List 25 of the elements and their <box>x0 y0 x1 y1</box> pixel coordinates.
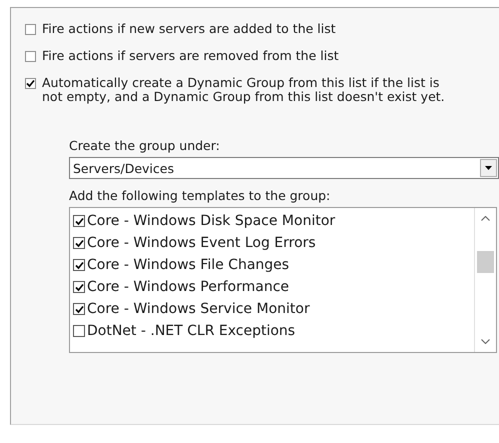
option-label: Fire actions if new servers are added to the list <box>42 22 337 36</box>
template-label: Core - Windows Performance <box>87 279 290 295</box>
template-label: Core - Windows Service Monitor <box>87 301 310 317</box>
checkbox[interactable] <box>25 51 36 62</box>
scroll-up-icon[interactable] <box>481 216 490 221</box>
checkbox[interactable] <box>73 215 85 227</box>
scroll-down-icon[interactable] <box>481 339 490 344</box>
checkbox[interactable] <box>73 303 85 315</box>
checkbox[interactable] <box>73 281 85 293</box>
template-label: Core - Windows Event Log Errors <box>87 235 316 251</box>
option-label: Automatically create a Dynamic Group from this list if the list is not empty, and a Dynamic Group from this list doesn't exist yet. <box>42 76 446 104</box>
template-label: Core - Windows Disk Space Monitor <box>87 213 336 229</box>
checkbox[interactable] <box>73 325 85 337</box>
scroll-thumb[interactable] <box>477 251 494 273</box>
checkbox[interactable] <box>73 237 85 249</box>
templates-label: Add the following templates to the group: <box>69 188 332 203</box>
template-label: Core - Windows File Changes <box>87 257 290 273</box>
scrollbar[interactable] <box>474 208 496 352</box>
group-dropdown[interactable]: Servers/Devices <box>69 157 499 179</box>
option-label: Fire actions if servers are removed from the list <box>42 49 340 63</box>
template-label: DotNet - .NET CLR Exceptions <box>87 323 296 339</box>
group-under-label: Create the group under: <box>69 138 221 153</box>
checkbox[interactable] <box>73 259 85 271</box>
checkbox[interactable] <box>25 24 36 35</box>
checkbox[interactable] <box>25 78 36 89</box>
